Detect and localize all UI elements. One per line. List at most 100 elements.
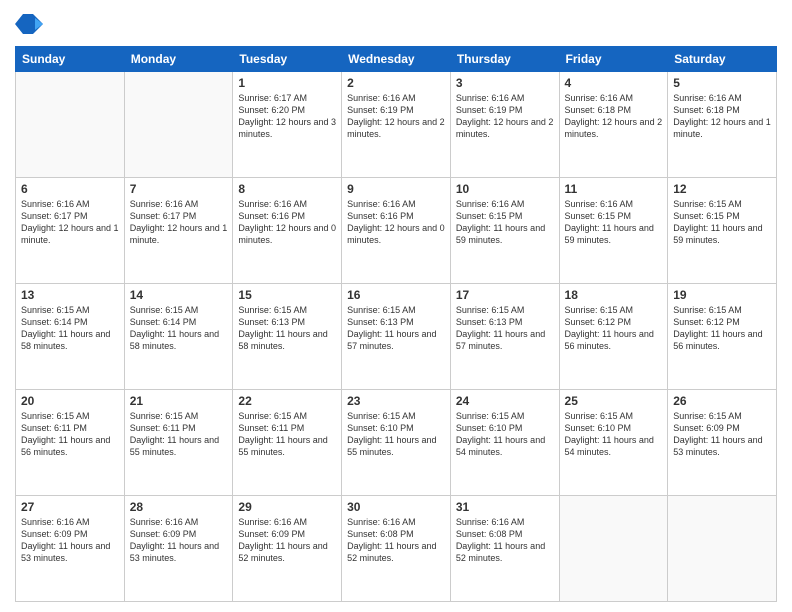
- day-number: 31: [456, 500, 554, 514]
- day-info: Sunrise: 6:16 AM Sunset: 6:18 PM Dayligh…: [565, 92, 663, 141]
- day-info: Sunrise: 6:16 AM Sunset: 6:08 PM Dayligh…: [456, 516, 554, 565]
- column-header-friday: Friday: [559, 47, 668, 72]
- calendar-cell: 25 Sunrise: 6:15 AM Sunset: 6:10 PM Dayli…: [559, 390, 668, 496]
- day-number: 27: [21, 500, 119, 514]
- calendar-cell: 2 Sunrise: 6:16 AM Sunset: 6:19 PM Daylig…: [342, 72, 451, 178]
- calendar-cell: 3Sunrise: 6:16 AM Sunset: 6:19 PM Daylig…: [450, 72, 559, 178]
- calendar-cell: 29 Sunrise: 6:16 AM Sunset: 6:09 PM Dayli…: [233, 496, 342, 602]
- day-number: 19: [673, 288, 771, 302]
- day-number: 29: [238, 500, 336, 514]
- day-number: 8: [238, 182, 336, 196]
- column-header-saturday: Saturday: [668, 47, 777, 72]
- day-number: 7: [130, 182, 228, 196]
- calendar-header-row: SundayMondayTuesdayWednesdayThursdayFrid…: [16, 47, 777, 72]
- calendar-cell: 27 Sunrise: 6:16 AM Sunset: 6:09 PM Dayli…: [16, 496, 125, 602]
- calendar-cell: 8 Sunrise: 6:16 AM Sunset: 6:16 PM Daylig…: [233, 178, 342, 284]
- day-number: 18: [565, 288, 663, 302]
- day-info: Sunrise: 6:15 AM Sunset: 6:10 PM Dayligh…: [456, 410, 554, 459]
- calendar-cell: 24 Sunrise: 6:15 AM Sunset: 6:10 PM Dayli…: [450, 390, 559, 496]
- day-info: Sunrise: 6:16 AM Sunset: 6:15 PM Dayligh…: [565, 198, 663, 247]
- day-info: Sunrise: 6:15 AM Sunset: 6:12 PM Dayligh…: [565, 304, 663, 353]
- page: SundayMondayTuesdayWednesdayThursdayFrid…: [0, 0, 792, 612]
- calendar-cell: 6 Sunrise: 6:16 AM Sunset: 6:17 PM Daylig…: [16, 178, 125, 284]
- day-info: Sunrise: 6:15 AM Sunset: 6:14 PM Dayligh…: [130, 304, 228, 353]
- column-header-wednesday: Wednesday: [342, 47, 451, 72]
- column-header-thursday: Thursday: [450, 47, 559, 72]
- day-number: 23: [347, 394, 445, 408]
- calendar-cell: [668, 496, 777, 602]
- day-number: 5: [673, 76, 771, 90]
- day-info: Sunrise: 6:16 AM Sunset: 6:19 PM Dayligh…: [456, 92, 554, 141]
- column-header-tuesday: Tuesday: [233, 47, 342, 72]
- calendar-cell: 28 Sunrise: 6:16 AM Sunset: 6:09 PM Dayli…: [124, 496, 233, 602]
- calendar-cell: 14 Sunrise: 6:15 AM Sunset: 6:14 PM Dayli…: [124, 284, 233, 390]
- day-info: Sunrise: 6:15 AM Sunset: 6:10 PM Dayligh…: [565, 410, 663, 459]
- calendar-week-0: 1Sunrise: 6:17 AM Sunset: 6:20 PM Daylig…: [16, 72, 777, 178]
- calendar-cell: 18 Sunrise: 6:15 AM Sunset: 6:12 PM Dayli…: [559, 284, 668, 390]
- calendar-cell: 11Sunrise: 6:16 AM Sunset: 6:15 PM Dayli…: [559, 178, 668, 284]
- day-info: Sunrise: 6:16 AM Sunset: 6:09 PM Dayligh…: [21, 516, 119, 565]
- header: [15, 10, 777, 38]
- day-info: Sunrise: 6:15 AM Sunset: 6:13 PM Dayligh…: [347, 304, 445, 353]
- day-info: Sunrise: 6:15 AM Sunset: 6:14 PM Dayligh…: [21, 304, 119, 353]
- day-number: 30: [347, 500, 445, 514]
- day-info: Sunrise: 6:15 AM Sunset: 6:11 PM Dayligh…: [130, 410, 228, 459]
- day-info: Sunrise: 6:16 AM Sunset: 6:17 PM Dayligh…: [21, 198, 119, 247]
- calendar-cell: 7 Sunrise: 6:16 AM Sunset: 6:17 PM Daylig…: [124, 178, 233, 284]
- day-number: 9: [347, 182, 445, 196]
- day-number: 24: [456, 394, 554, 408]
- day-info: Sunrise: 6:15 AM Sunset: 6:15 PM Dayligh…: [673, 198, 771, 247]
- logo: [15, 10, 47, 38]
- day-info: Sunrise: 6:16 AM Sunset: 6:19 PM Dayligh…: [347, 92, 445, 141]
- day-number: 17: [456, 288, 554, 302]
- calendar-cell: 20 Sunrise: 6:15 AM Sunset: 6:11 PM Dayli…: [16, 390, 125, 496]
- calendar-cell: 26Sunrise: 6:15 AM Sunset: 6:09 PM Dayli…: [668, 390, 777, 496]
- calendar-cell: 23Sunrise: 6:15 AM Sunset: 6:10 PM Dayli…: [342, 390, 451, 496]
- day-info: Sunrise: 6:16 AM Sunset: 6:16 PM Dayligh…: [347, 198, 445, 247]
- day-number: 20: [21, 394, 119, 408]
- calendar-cell: 30Sunrise: 6:16 AM Sunset: 6:08 PM Dayli…: [342, 496, 451, 602]
- calendar-cell: 4 Sunrise: 6:16 AM Sunset: 6:18 PM Daylig…: [559, 72, 668, 178]
- day-number: 6: [21, 182, 119, 196]
- day-number: 28: [130, 500, 228, 514]
- calendar-cell: 17 Sunrise: 6:15 AM Sunset: 6:13 PM Dayli…: [450, 284, 559, 390]
- day-info: Sunrise: 6:17 AM Sunset: 6:20 PM Dayligh…: [238, 92, 336, 141]
- calendar-table: SundayMondayTuesdayWednesdayThursdayFrid…: [15, 46, 777, 602]
- day-number: 25: [565, 394, 663, 408]
- column-header-sunday: Sunday: [16, 47, 125, 72]
- day-info: Sunrise: 6:15 AM Sunset: 6:13 PM Dayligh…: [238, 304, 336, 353]
- day-number: 13: [21, 288, 119, 302]
- calendar-week-3: 20 Sunrise: 6:15 AM Sunset: 6:11 PM Dayli…: [16, 390, 777, 496]
- day-info: Sunrise: 6:16 AM Sunset: 6:17 PM Dayligh…: [130, 198, 228, 247]
- calendar-cell: 31 Sunrise: 6:16 AM Sunset: 6:08 PM Dayli…: [450, 496, 559, 602]
- calendar-week-4: 27 Sunrise: 6:16 AM Sunset: 6:09 PM Dayli…: [16, 496, 777, 602]
- calendar-cell: [559, 496, 668, 602]
- calendar-cell: 16Sunrise: 6:15 AM Sunset: 6:13 PM Dayli…: [342, 284, 451, 390]
- day-number: 14: [130, 288, 228, 302]
- day-info: Sunrise: 6:16 AM Sunset: 6:18 PM Dayligh…: [673, 92, 771, 141]
- column-header-monday: Monday: [124, 47, 233, 72]
- day-number: 2: [347, 76, 445, 90]
- day-info: Sunrise: 6:15 AM Sunset: 6:12 PM Dayligh…: [673, 304, 771, 353]
- day-info: Sunrise: 6:15 AM Sunset: 6:13 PM Dayligh…: [456, 304, 554, 353]
- calendar-cell: 10Sunrise: 6:16 AM Sunset: 6:15 PM Dayli…: [450, 178, 559, 284]
- calendar-cell: 1Sunrise: 6:17 AM Sunset: 6:20 PM Daylig…: [233, 72, 342, 178]
- day-number: 21: [130, 394, 228, 408]
- day-number: 4: [565, 76, 663, 90]
- day-info: Sunrise: 6:16 AM Sunset: 6:16 PM Dayligh…: [238, 198, 336, 247]
- calendar-cell: 9 Sunrise: 6:16 AM Sunset: 6:16 PM Daylig…: [342, 178, 451, 284]
- calendar-cell: [16, 72, 125, 178]
- day-info: Sunrise: 6:16 AM Sunset: 6:09 PM Dayligh…: [130, 516, 228, 565]
- calendar-cell: [124, 72, 233, 178]
- day-number: 10: [456, 182, 554, 196]
- calendar-cell: 13 Sunrise: 6:15 AM Sunset: 6:14 PM Dayli…: [16, 284, 125, 390]
- calendar-cell: 12Sunrise: 6:15 AM Sunset: 6:15 PM Dayli…: [668, 178, 777, 284]
- calendar-cell: 22Sunrise: 6:15 AM Sunset: 6:11 PM Dayli…: [233, 390, 342, 496]
- day-number: 26: [673, 394, 771, 408]
- day-number: 22: [238, 394, 336, 408]
- calendar-cell: 19 Sunrise: 6:15 AM Sunset: 6:12 PM Dayli…: [668, 284, 777, 390]
- calendar-cell: 5 Sunrise: 6:16 AM Sunset: 6:18 PM Daylig…: [668, 72, 777, 178]
- day-info: Sunrise: 6:15 AM Sunset: 6:11 PM Dayligh…: [21, 410, 119, 459]
- logo-icon: [15, 10, 43, 38]
- day-info: Sunrise: 6:16 AM Sunset: 6:09 PM Dayligh…: [238, 516, 336, 565]
